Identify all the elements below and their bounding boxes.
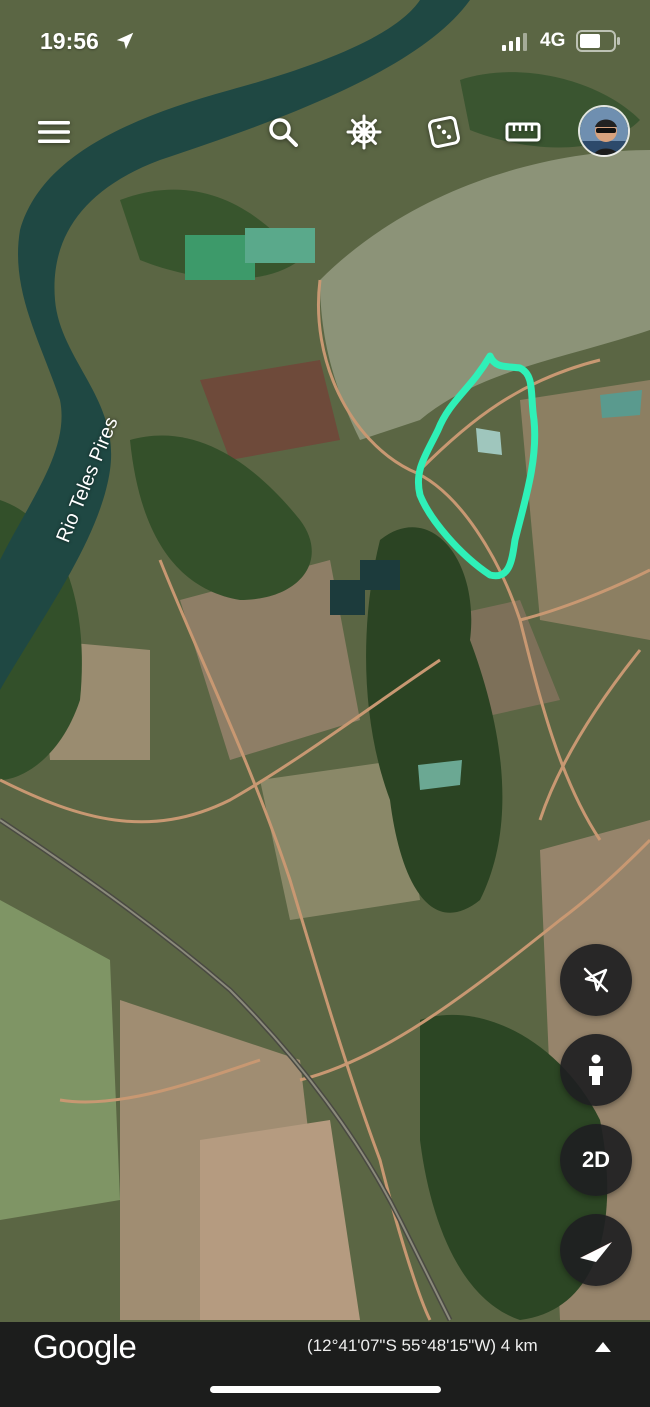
clock: 19:56: [40, 28, 99, 54]
compass-needle-icon: [580, 1242, 612, 1262]
network-type: 4G: [540, 30, 566, 51]
status-bar: 19:56 4G: [0, 0, 650, 84]
street-view-button[interactable]: [560, 1034, 632, 1106]
voyager-wheel-icon: [346, 114, 382, 150]
menu-icon: [38, 121, 70, 143]
location-arrow-icon: [116, 32, 134, 50]
dice-icon: [428, 116, 460, 148]
menu-button[interactable]: [26, 100, 82, 164]
satellite-map[interactable]: [0, 0, 650, 1407]
voyager-button[interactable]: [336, 100, 392, 164]
compass-off-button[interactable]: [560, 944, 632, 1016]
home-indicator[interactable]: [210, 1386, 441, 1393]
view-2d-button[interactable]: 2D: [560, 1124, 632, 1196]
signal-bars-icon: [502, 33, 527, 51]
ruler-icon: [505, 122, 541, 142]
bottom-bar: Google (12°41'07"S 55°48'15"W) 4 km: [0, 1322, 650, 1407]
pegman-icon: [589, 1054, 603, 1085]
battery-icon: [576, 30, 620, 52]
search-icon: [269, 118, 298, 147]
view-2d-label: 2D: [581, 1147, 611, 1172]
profile-avatar[interactable]: [578, 105, 630, 157]
compass-button[interactable]: [560, 1214, 632, 1286]
compass-off-icon: [583, 967, 609, 993]
google-logo: Google: [33, 1328, 137, 1365]
feeling-lucky-button[interactable]: [416, 100, 472, 164]
search-button[interactable]: [255, 100, 311, 164]
caret-up-icon: [595, 1342, 611, 1352]
map-toolbar: [0, 100, 650, 164]
expand-info-button[interactable]: [588, 1334, 618, 1360]
measure-button[interactable]: [495, 100, 551, 164]
coordinates-readout: (12°41'07"S 55°48'15"W) 4 km: [307, 1336, 538, 1355]
